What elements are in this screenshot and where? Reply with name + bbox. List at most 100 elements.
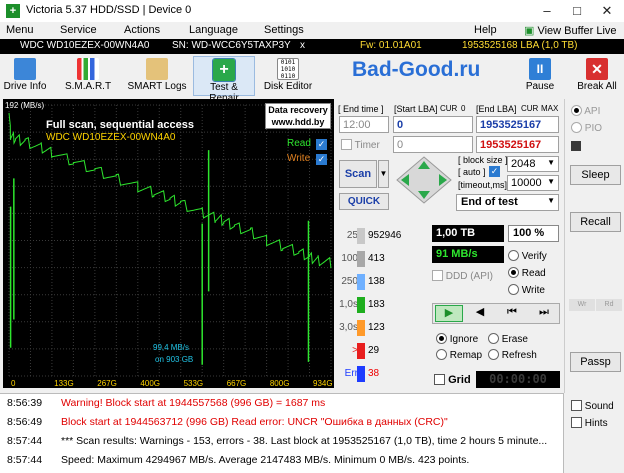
test-repair-icon: + (212, 58, 236, 82)
on-note: on 903 GB (155, 355, 194, 364)
counter-swatch[interactable] (357, 366, 365, 382)
speed-display: 91 MB/s (432, 246, 504, 263)
break-all-button[interactable]: ✕ Break All (574, 56, 620, 96)
x-tick-label: 533G (184, 379, 204, 388)
ddd-checkbox[interactable] (432, 270, 443, 281)
menu-item-settings[interactable]: Settings (264, 24, 304, 36)
ignore-radio[interactable]: Ignore (436, 333, 478, 345)
chevron-down-icon: ▼ (547, 177, 555, 186)
scan-button[interactable]: Scan (339, 160, 377, 188)
rewind-button[interactable]: ◀ (466, 305, 494, 322)
pause-button[interactable]: II Pause (519, 56, 561, 96)
read-checkbox[interactable]: ✓ (316, 139, 327, 150)
smart-logs-button[interactable]: SMART Logs (126, 56, 188, 96)
quick-button[interactable]: QUICK (339, 193, 389, 210)
api-radio[interactable]: API (571, 105, 600, 117)
read-legend: Read (287, 138, 311, 149)
smart-icon (77, 58, 99, 80)
log-time: 8:56:49 (7, 416, 43, 428)
y-top-label: 192 (MB/s) (5, 101, 45, 110)
x-tick-label: 800G (270, 379, 290, 388)
erase-radio[interactable]: Erase (488, 333, 528, 345)
start-zero-label[interactable]: 0 (461, 104, 465, 113)
speed-note: 99,4 MB/s (153, 343, 190, 352)
auto-checkbox[interactable]: ✓ (489, 166, 500, 177)
end-lba-input[interactable]: 1953525167 (476, 116, 559, 133)
view-buffer-live-item[interactable]: ▣ View Buffer Live (524, 24, 617, 37)
timeout-select[interactable]: 10000 ▼ (507, 175, 559, 191)
play-icon: ▶ (444, 307, 454, 319)
counter-swatch[interactable] (357, 320, 365, 336)
counter-label: Err (344, 368, 358, 379)
pio-radio[interactable]: PIO (571, 122, 602, 134)
menu-item-help[interactable]: Help (474, 24, 497, 36)
remap-radio[interactable]: Remap (436, 349, 482, 361)
start-cur-label[interactable]: CUR (440, 104, 457, 113)
end-max-label[interactable]: MAX (541, 104, 558, 113)
counter-row: 100 413 (334, 249, 426, 269)
maximize-button[interactable]: □ (562, 0, 592, 22)
menu-item-language[interactable]: Language (189, 24, 238, 36)
counter-row: 3,0s 123 (334, 318, 426, 338)
grid-checkbox[interactable] (434, 374, 445, 385)
skip-end-icon: ⏭ (539, 306, 549, 318)
grid-toggle[interactable]: Grid (434, 374, 471, 386)
toolbar: Drive Info S.M.A.R.T SMART Logs + Test &… (0, 54, 624, 104)
refresh-radio[interactable]: Refresh (488, 349, 537, 361)
counter-swatch[interactable] (357, 297, 365, 313)
test-repair-button[interactable]: + Test & Repair (193, 56, 255, 104)
menu-item-actions[interactable]: Actions (124, 24, 160, 36)
counter-value: 413 (368, 253, 385, 264)
skip-end-button[interactable]: ⏭ (530, 305, 558, 322)
timer-input[interactable]: 0 (393, 136, 473, 153)
write-checkbox[interactable]: ✓ (316, 154, 327, 165)
window-title: Victoria 5.37 HDD/SSD | Device 0 (26, 4, 192, 16)
monitor-icon: ▣ (524, 25, 535, 37)
pause-icon: II (529, 58, 551, 80)
log-message: Warning! Block start at 1944557568 (996 … (61, 397, 326, 409)
end-cur-label[interactable]: CUR (521, 104, 538, 113)
hints-toggle[interactable]: Hints (571, 417, 608, 429)
sleep-button[interactable]: Sleep (570, 165, 621, 185)
end-time-label: [ End time ] (338, 104, 384, 114)
counter-swatch[interactable] (357, 251, 365, 267)
wr-indicator: Wr (569, 299, 595, 311)
end-time-input[interactable]: 12:00 (339, 116, 389, 133)
scan-dropdown[interactable]: ▼ (378, 160, 389, 188)
verify-radio[interactable]: Verify (508, 250, 547, 262)
close-button[interactable]: ✕ (592, 0, 622, 22)
drive-info-button[interactable]: Drive Info (2, 56, 48, 96)
log-row: 8:56:39 Warning! Block start at 194455756… (0, 395, 563, 411)
counter-swatch[interactable] (357, 343, 365, 359)
counter-swatch[interactable] (357, 228, 365, 244)
passp-button[interactable]: Passp (570, 352, 621, 372)
smart-button[interactable]: S.M.A.R.T (64, 56, 112, 96)
play-button[interactable]: ▶ (435, 305, 463, 322)
timer-checkbox[interactable] (341, 139, 352, 150)
disk-editor-button[interactable]: 0101 1010 0110 Disk Editor (262, 56, 314, 96)
counter-row: 25 952946 (334, 226, 426, 246)
ddd-toggle[interactable]: DDD (API) (432, 270, 493, 282)
skip-back-button[interactable]: ⏮ (498, 305, 526, 322)
write-radio[interactable]: Write (508, 284, 545, 296)
drive-close-mark[interactable]: x (300, 40, 305, 51)
sound-checkbox[interactable] (571, 400, 582, 411)
timer-toggle[interactable]: Timer (341, 139, 380, 151)
read-radio[interactable]: Read (508, 267, 546, 279)
x-tick-label: 934G (313, 379, 333, 388)
minimize-button[interactable]: – (532, 0, 562, 22)
counter-row: Err 38 (334, 364, 426, 384)
end-of-test-select[interactable]: End of test ▼ (456, 194, 559, 211)
sound-toggle[interactable]: Sound (571, 400, 614, 412)
menu-item-service[interactable]: Service (60, 24, 97, 36)
counter-label: 250 (341, 276, 358, 287)
current-lba-input[interactable]: 1953525167 (476, 136, 559, 153)
start-lba-input[interactable]: 0 (393, 116, 473, 133)
brand-logo: Bad-Good.ru (352, 58, 481, 81)
hints-checkbox[interactable] (571, 417, 582, 428)
counter-swatch[interactable] (357, 274, 365, 290)
menu-item-menu[interactable]: Menu (6, 24, 34, 36)
recall-button[interactable]: Recall (570, 212, 621, 232)
drive-info-icon (14, 58, 36, 80)
block-size-select[interactable]: 2048 ▼ (507, 156, 559, 172)
